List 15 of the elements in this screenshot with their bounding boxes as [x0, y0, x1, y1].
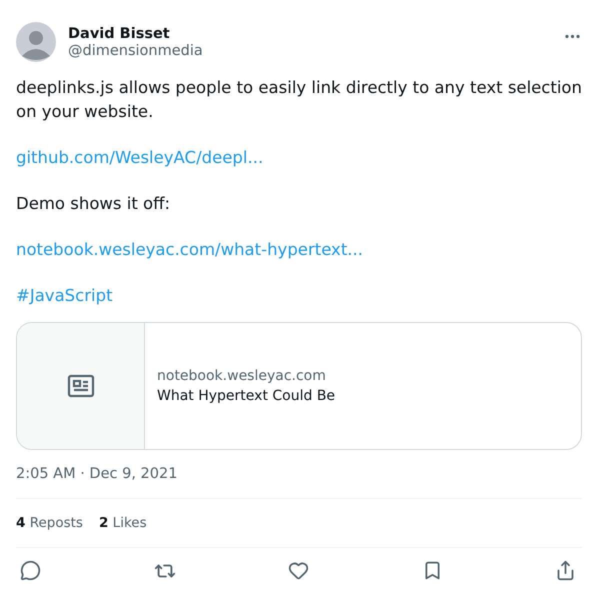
link-card[interactable]: notebook.wesleyac.com What Hypertext Could Be: [16, 322, 582, 450]
post-text: Demo shows it off:: [16, 193, 172, 215]
engagement-count[interactable]: 2 Likes: [98, 515, 147, 531]
article-icon: [66, 374, 94, 398]
engagement-count[interactable]: 4 Reposts: [16, 515, 83, 531]
post-text: deeplinks.js allows people to easily link directly to any text selection on your website.: [16, 77, 582, 123]
author-handle[interactable]: @dimensionmedia: [68, 42, 551, 58]
card-title: What Hypertext Could Be: [157, 388, 336, 404]
share-icon[interactable]: [555, 560, 576, 582]
reply-icon[interactable]: [20, 560, 41, 582]
card-domain: notebook.wesleyac.com: [157, 368, 327, 384]
timestamp-text[interactable]: 2:05 AM · Dec 9, 2021: [16, 466, 178, 482]
avatar: [16, 22, 56, 62]
like-icon[interactable]: [288, 560, 309, 582]
author-name[interactable]: David Bisset: [68, 26, 551, 42]
